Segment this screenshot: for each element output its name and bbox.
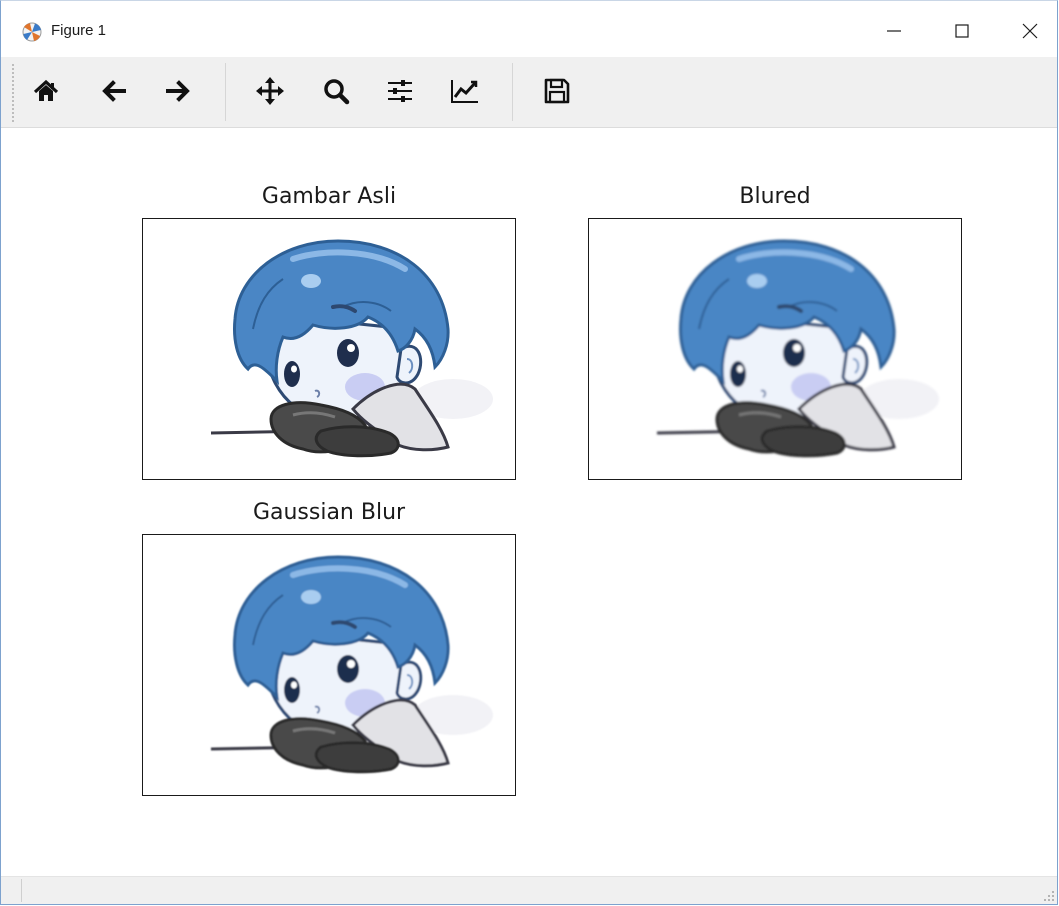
close-icon [1022, 23, 1038, 39]
line-chart-icon [451, 80, 478, 103]
matplotlib-app-icon [22, 22, 42, 42]
edit-axes-button[interactable] [447, 73, 483, 109]
subplot-title-gaussian: Gaussian Blur [252, 500, 406, 525]
axes-original-image[interactable] [142, 218, 516, 480]
axes-gaussian-blur-image[interactable] [142, 534, 516, 796]
window-title: Figure 1 [51, 22, 107, 39]
toolbar-separator [512, 63, 513, 121]
original-image [143, 219, 515, 479]
forward-button[interactable] [160, 73, 196, 109]
title-bar[interactable]: Figure 1 [1, 1, 1057, 57]
move-icon [256, 77, 284, 105]
navigation-toolbar [1, 57, 1057, 128]
toolbar-separator [225, 63, 226, 121]
save-button[interactable] [539, 73, 575, 109]
maximize-icon [955, 24, 969, 38]
sliders-icon [388, 80, 412, 102]
zoom-button[interactable] [318, 73, 354, 109]
subplot-title-original: Gambar Asli [261, 184, 397, 209]
home-icon [33, 79, 59, 101]
resize-grip-icon[interactable] [1043, 890, 1055, 902]
close-button[interactable] [1007, 9, 1053, 53]
back-button[interactable] [96, 73, 132, 109]
gaussian-blur-image [143, 535, 515, 795]
pan-button[interactable] [252, 73, 288, 109]
arrow-left-icon [102, 80, 126, 102]
arrow-right-icon [166, 80, 190, 102]
status-bar [1, 876, 1057, 904]
configure-subplots-button[interactable] [382, 73, 418, 109]
figure-canvas[interactable]: Gambar Asli Blured Gaussian Blur [1, 128, 1057, 880]
blured-image [589, 219, 961, 479]
toolbar-grip[interactable] [11, 63, 15, 123]
status-separator [21, 879, 22, 902]
home-button[interactable] [28, 73, 64, 109]
minimize-button[interactable] [871, 9, 917, 53]
floppy-disk-icon [544, 78, 570, 104]
axes-blured-image[interactable] [588, 218, 962, 480]
maximize-button[interactable] [939, 9, 985, 53]
subplot-title-blured: Blured [739, 184, 811, 209]
magnifier-icon [324, 79, 350, 105]
minimize-icon [887, 30, 901, 32]
matplotlib-figure-window: Figure 1 Gambar Asli Blured Gaussian Blu… [0, 0, 1058, 905]
